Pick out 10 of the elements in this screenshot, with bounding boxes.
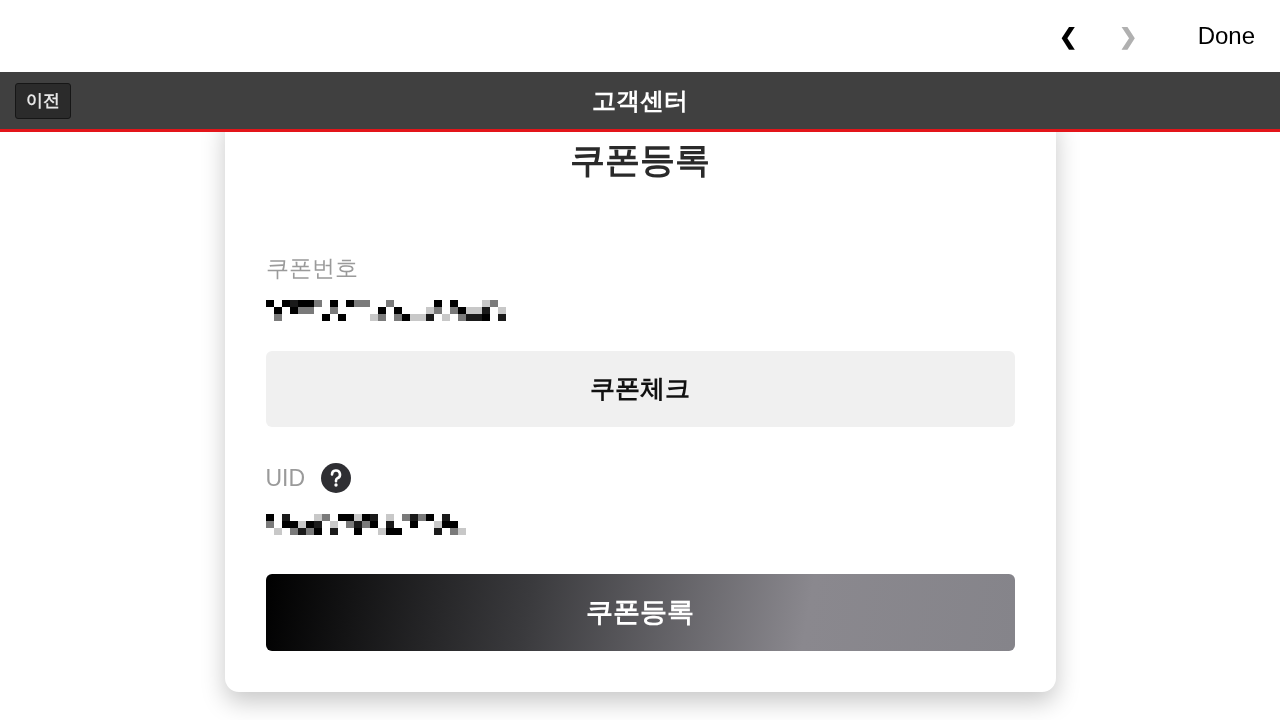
help-icon[interactable] <box>321 463 352 493</box>
field-label: UID <box>265 466 306 490</box>
coupon-register-button[interactable]: 쿠폰등록 <box>265 574 1015 651</box>
header-title: 고객센터 <box>592 85 688 116</box>
coupon-check-button[interactable]: 쿠폰체크 <box>265 351 1015 427</box>
field-label: 쿠폰번호 <box>265 256 358 280</box>
done-button[interactable]: Done <box>1197 16 1255 56</box>
nav-button[interactable]: ❮ <box>1052 16 1083 56</box>
back-button[interactable]: 이전 <box>15 82 71 119</box>
card-title: 쿠폰등록 <box>569 139 711 181</box>
